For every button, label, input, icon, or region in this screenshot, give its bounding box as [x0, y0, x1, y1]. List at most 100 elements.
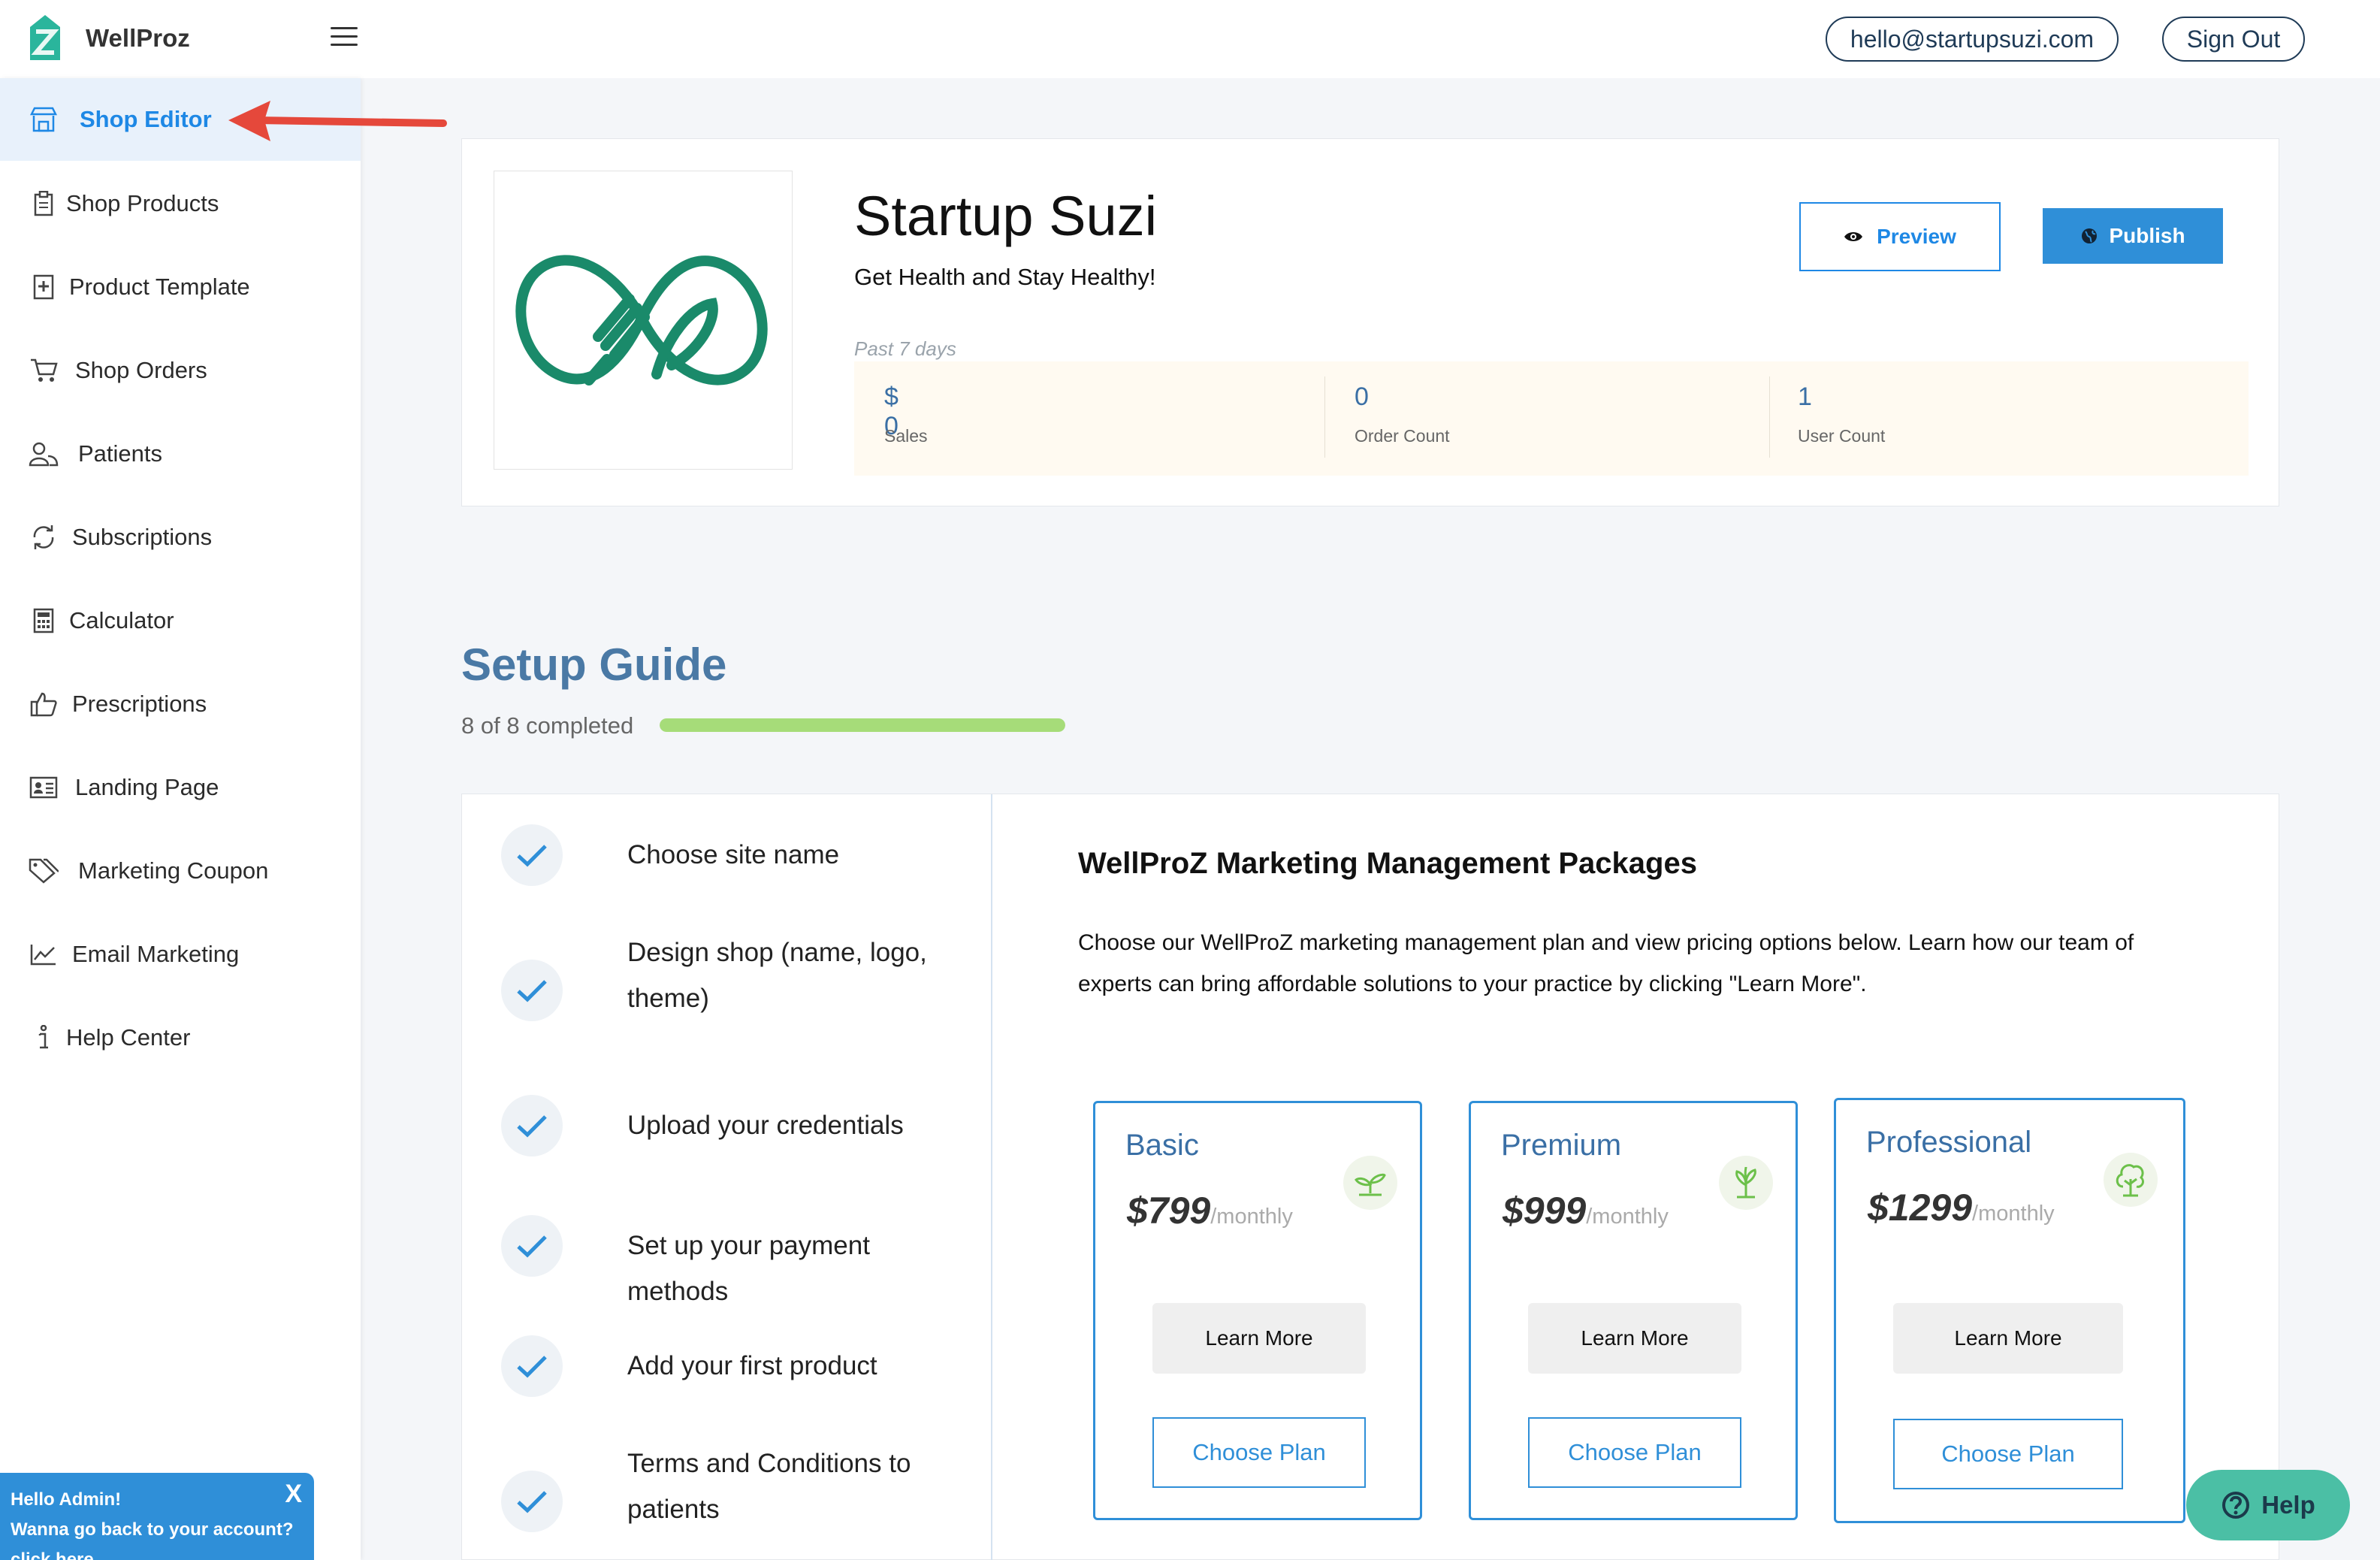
- top-bar: WellProz hello@startupsuzi.com Sign Out: [0, 0, 2380, 78]
- admin-notice-question: Wanna go back to your account?: [11, 1519, 294, 1540]
- setup-progress-fill: [660, 718, 1065, 732]
- plan-price: $999/monthly: [1503, 1190, 1669, 1232]
- choose-plan-button[interactable]: Choose Plan: [1893, 1419, 2123, 1489]
- setup-step-label: Upload your credentials: [627, 1111, 904, 1140]
- sidebar-item-landing-page[interactable]: Landing Page: [0, 746, 361, 829]
- plan-name: Professional: [1866, 1126, 2032, 1159]
- sidebar-item-label: Product Template: [69, 274, 250, 300]
- check-icon: [501, 1335, 563, 1397]
- sidebar-item-label: Shop Products: [66, 190, 219, 216]
- sidebar-item-label: Help Center: [66, 1024, 191, 1051]
- publish-button[interactable]: Publish: [2043, 208, 2223, 264]
- wellproz-logo-icon[interactable]: [26, 12, 65, 63]
- tree-icon: [2104, 1153, 2158, 1207]
- choose-plan-button[interactable]: Choose Plan: [1528, 1417, 1741, 1488]
- check-icon: [501, 1471, 563, 1532]
- clipboard-icon: [29, 189, 59, 219]
- shop-tagline: Get Health and Stay Healthy!: [854, 264, 1156, 290]
- plan-price: $1299/monthly: [1868, 1187, 2055, 1229]
- sidebar-item-shop-orders[interactable]: Shop Orders: [0, 329, 361, 412]
- setup-guide-card: Choose site name Design shop (name, logo…: [461, 794, 2279, 1560]
- cart-icon: [29, 355, 59, 385]
- line-chart-icon: [29, 939, 59, 969]
- sidebar-item-prescriptions[interactable]: Prescriptions: [0, 663, 361, 745]
- tags-icon: [29, 856, 59, 886]
- menu-toggle-icon[interactable]: [331, 27, 358, 50]
- shop-name: Startup Suzi: [854, 185, 1158, 247]
- shop-logo[interactable]: [494, 171, 793, 470]
- setup-progress-text: 8 of 8 completed: [461, 712, 634, 739]
- calculator-icon: [29, 606, 59, 636]
- sidebar-item-email-marketing[interactable]: Email Marketing: [0, 913, 361, 996]
- eye-icon: [1844, 232, 1863, 241]
- sidebar-item-label: Shop Editor: [80, 106, 212, 132]
- stat-value: 1: [1798, 382, 1812, 411]
- setup-step-label: Design shop (name, logo, theme): [627, 938, 927, 1013]
- preview-button-label: Preview: [1877, 225, 1956, 248]
- setup-steps-list: Choose site name Design shop (name, logo…: [462, 794, 992, 1560]
- plan-card-basic: Basic $799/monthly Learn More Choose Pla…: [1093, 1101, 1422, 1520]
- brand-name: WellProz: [86, 24, 190, 52]
- sidebar-item-label: Prescriptions: [72, 691, 207, 717]
- account-email-button[interactable]: hello@startupsuzi.com: [1826, 17, 2119, 62]
- choose-plan-button[interactable]: Choose Plan: [1152, 1417, 1366, 1488]
- sidebar: Shop Editor Shop Products Product Templa…: [0, 78, 361, 1560]
- sign-out-button[interactable]: Sign Out: [2162, 17, 2305, 62]
- admin-notice-greeting: Hello Admin!: [11, 1489, 122, 1510]
- check-icon: [501, 824, 563, 886]
- id-card-icon: [29, 772, 59, 803]
- preview-button[interactable]: Preview: [1799, 202, 2001, 271]
- sidebar-item-label: Marketing Coupon: [78, 857, 269, 884]
- setup-step-label: Set up your payment methods: [627, 1231, 870, 1306]
- plan-price: $799/monthly: [1127, 1190, 1293, 1232]
- thumbs-up-icon: [29, 689, 59, 719]
- users-icon: [29, 439, 59, 469]
- shop-summary-card: Startup Suzi Get Health and Stay Healthy…: [461, 138, 2279, 506]
- sprout-icon: [1343, 1156, 1397, 1210]
- sidebar-item-label: Landing Page: [75, 774, 219, 800]
- stat-label: Sales: [884, 426, 928, 446]
- globe-icon: [2082, 228, 2098, 243]
- learn-more-button[interactable]: Learn More: [1528, 1303, 1741, 1374]
- admin-notice-link[interactable]: click here: [11, 1545, 304, 1560]
- learn-more-button[interactable]: Learn More: [1893, 1303, 2123, 1374]
- refresh-icon: [29, 522, 59, 552]
- help-button[interactable]: Help: [2186, 1470, 2350, 1540]
- sidebar-item-marketing-coupon[interactable]: Marketing Coupon: [0, 830, 361, 912]
- plant-icon: [1719, 1156, 1773, 1210]
- add-document-icon: [29, 272, 59, 302]
- sidebar-item-help-center[interactable]: Help Center: [0, 996, 361, 1079]
- sidebar-item-product-template[interactable]: Product Template: [0, 246, 361, 328]
- admin-return-notice[interactable]: Hello Admin! Wanna go back to your accou…: [0, 1473, 314, 1560]
- sidebar-item-shop-products[interactable]: Shop Products: [0, 162, 361, 245]
- learn-more-button[interactable]: Learn More: [1152, 1303, 1366, 1374]
- sidebar-item-calculator[interactable]: Calculator: [0, 579, 361, 662]
- plan-card-premium: Premium $999/monthly Learn More Choose P…: [1469, 1101, 1798, 1520]
- setup-step-label: Terms and Conditions to patients: [627, 1449, 911, 1524]
- close-icon[interactable]: X: [285, 1479, 302, 1509]
- plan-name: Basic: [1125, 1129, 1199, 1162]
- sidebar-item-patients[interactable]: Patients: [0, 413, 361, 495]
- packages-title: WellProZ Marketing Management Packages: [1078, 847, 1697, 880]
- sidebar-item-label: Patients: [78, 440, 163, 467]
- stats-period: Past 7 days: [854, 337, 956, 360]
- sidebar-item-subscriptions[interactable]: Subscriptions: [0, 496, 361, 579]
- plan-card-professional: Professional $1299/monthly Learn More Ch…: [1834, 1098, 2185, 1523]
- stat-label: Order Count: [1355, 426, 1450, 446]
- setup-step-label: Add your first product: [627, 1351, 877, 1380]
- stat-value: 0: [1355, 382, 1369, 411]
- publish-button-label: Publish: [2109, 224, 2185, 247]
- help-button-label: Help: [2261, 1491, 2315, 1519]
- check-icon: [501, 1215, 563, 1277]
- setup-guide-title: Setup Guide: [461, 639, 727, 690]
- sidebar-item-label: Shop Orders: [75, 357, 207, 383]
- setup-progress-bar: [660, 718, 1065, 732]
- store-icon: [29, 104, 59, 135]
- question-circle-icon: [2222, 1492, 2250, 1519]
- setup-step-label: Choose site name: [627, 840, 840, 869]
- check-icon: [501, 960, 563, 1021]
- stat-divider: [1769, 376, 1770, 458]
- sidebar-item-label: Subscriptions: [72, 524, 213, 550]
- sidebar-item-label: Email Marketing: [72, 941, 240, 967]
- annotation-arrow-icon: [228, 101, 447, 141]
